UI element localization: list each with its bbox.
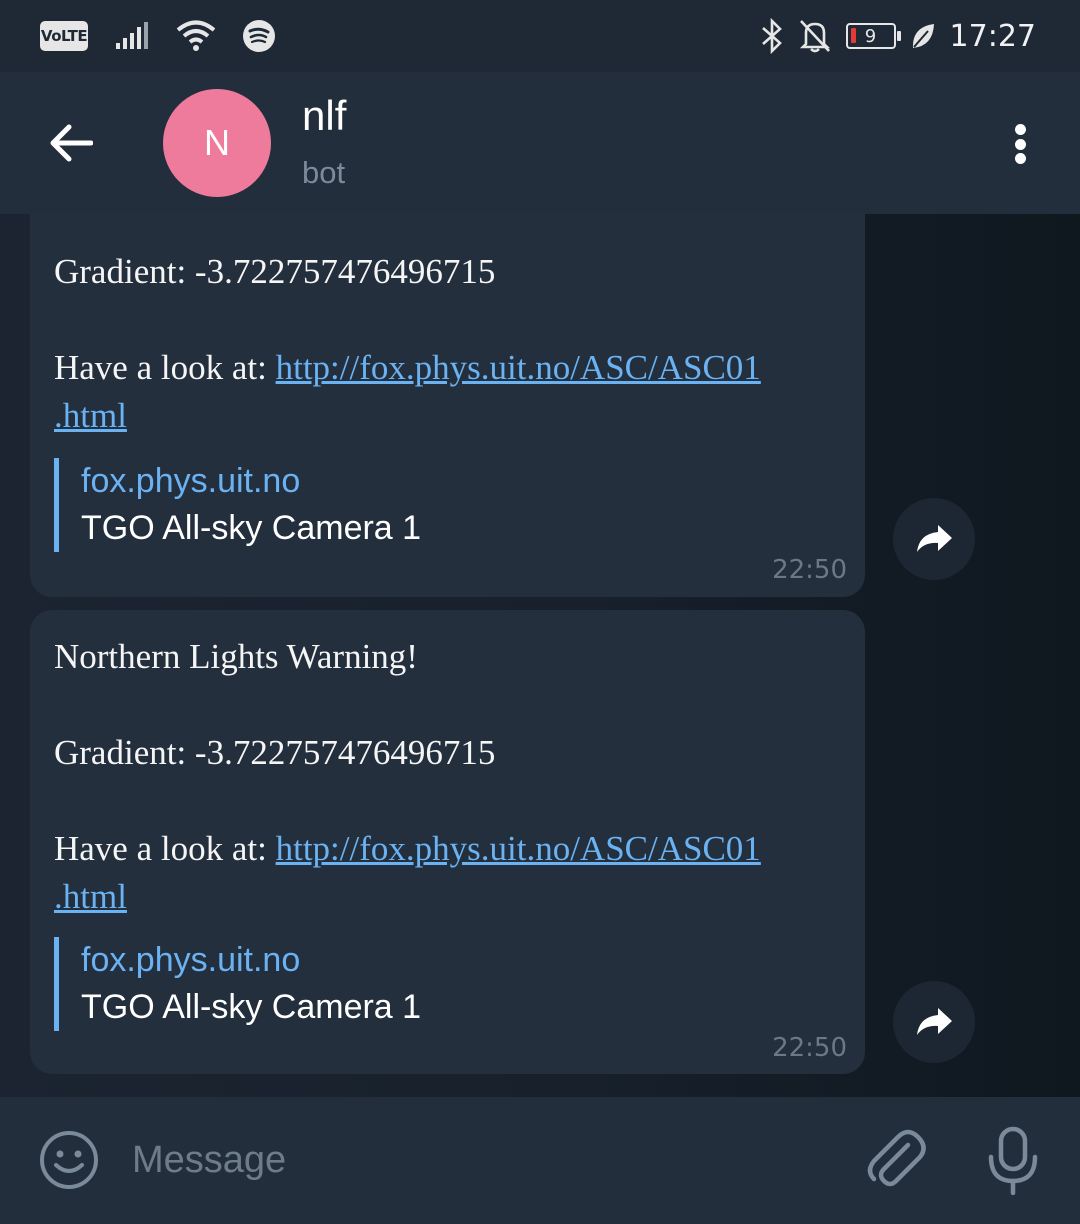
status-right: 9 17:27 [760,14,1036,58]
gradient-text: Gradient: -3.722757476496715 [54,733,496,772]
emoji-icon [40,1131,98,1189]
look-line: Have a look at: http://fox.phys.uit.no/A… [54,348,761,388]
look-line-2: .html [54,396,127,436]
preview-site: fox.phys.uit.no [81,941,301,979]
signal-icon [116,22,148,49]
forward-button[interactable] [893,498,975,580]
status-left: VoLTE [40,18,276,54]
voice-record-button[interactable] [982,1125,1044,1196]
share-arrow-icon [917,525,952,552]
attach-button[interactable] [862,1125,930,1193]
volte-badge: VoLTE [40,21,88,51]
menu-dot [1014,124,1026,135]
preview-title: TGO All-sky Camera 1 [81,509,422,547]
chat-title[interactable]: nlf [302,92,346,140]
link-preview[interactable]: fox.phys.uit.no TGO All-sky Camera 1 [54,937,834,1031]
status-clock: 17:27 [949,18,1036,54]
wifi-icon [176,20,216,51]
menu-dot [1014,138,1026,150]
emoji-button[interactable] [38,1129,100,1191]
microphone-icon [988,1126,1038,1196]
spotify-icon [243,20,275,52]
message-link-cont[interactable]: .html [54,396,127,435]
paperclip-icon [867,1129,926,1187]
message-time: 22:50 [772,1033,847,1063]
back-button[interactable] [40,112,102,174]
status-bar: VoLTE 9 17:27 [0,0,1080,72]
look-prefix: Have a look at: [54,348,276,387]
message-heading: Northern Lights Warning! [54,637,418,676]
share-arrow-icon [917,1008,952,1035]
gradient-text: Gradient: -3.722757476496715 [54,252,496,291]
message-link-cont[interactable]: .html [54,877,127,916]
preview-title: TGO All-sky Camera 1 [81,988,422,1026]
menu-dot [1014,153,1026,164]
forward-button[interactable] [893,981,975,1063]
battery-level: 9 [864,25,877,47]
message-input[interactable] [130,1127,830,1193]
message-bubble[interactable]: Gradient: -3.722757476496715 Have a look… [30,214,865,597]
mute-icon [799,20,830,53]
battery-icon: 9 [845,23,901,49]
leaf-icon [912,24,934,48]
look-line: Have a look at: http://fox.phys.uit.no/A… [54,829,761,869]
more-options-button[interactable] [1000,116,1040,172]
message-list[interactable]: Gradient: -3.722757476496715 Have a look… [0,214,1080,1097]
message-time: 22:50 [772,555,847,585]
compose-bar [0,1097,1080,1224]
look-line-2: .html [54,877,127,917]
look-prefix: Have a look at: [54,829,276,868]
chat-subtitle: bot [302,155,346,190]
link-preview[interactable]: fox.phys.uit.no TGO All-sky Camera 1 [54,458,834,552]
arrow-left-icon [50,124,93,162]
avatar[interactable]: N [163,89,271,197]
message-bubble[interactable]: Northern Lights Warning! Gradient: -3.72… [30,610,865,1074]
bluetooth-icon [761,18,782,54]
preview-site: fox.phys.uit.no [81,462,301,500]
message-link[interactable]: http://fox.phys.uit.no/ASC/ASC01 [276,829,761,868]
message-link[interactable]: http://fox.phys.uit.no/ASC/ASC01 [276,348,761,387]
chat-header: N nlf bot [0,72,1080,214]
